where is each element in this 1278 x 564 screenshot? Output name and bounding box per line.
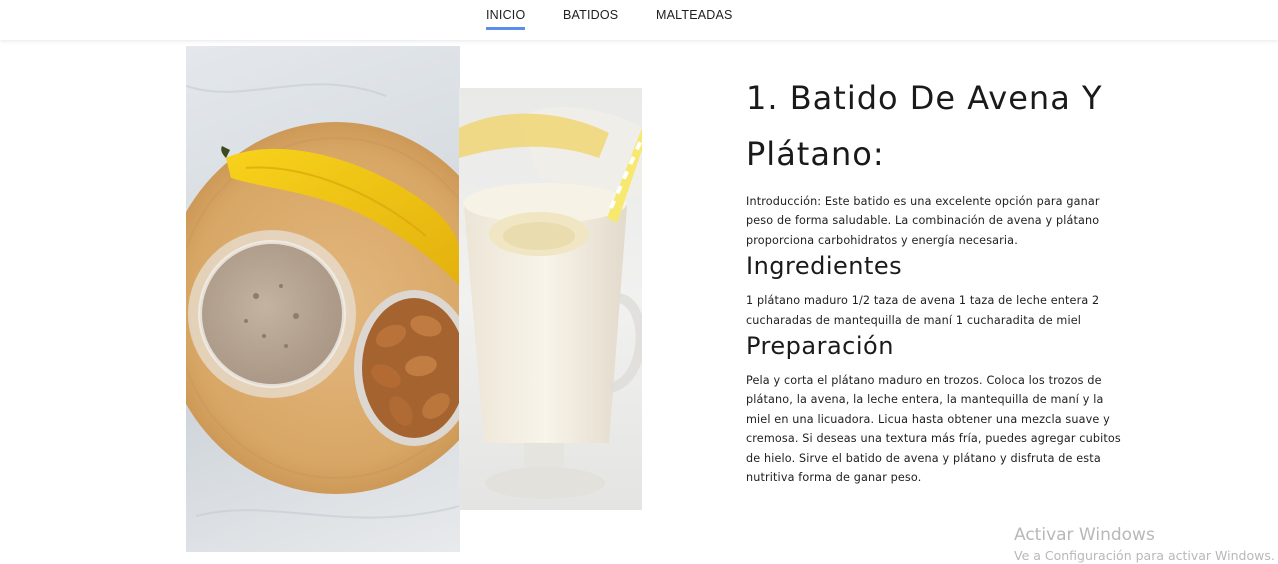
preparation-text: Pela y corta el plátano maduro en trozos…: [746, 374, 1121, 485]
recipe-intro: Introducción: Este batido es una excelen…: [746, 195, 1100, 247]
watermark-title: Activar Windows: [1014, 525, 1155, 545]
ingredients-text: 1 plátano maduro 1/2 taza de avena 1 taz…: [746, 294, 1100, 327]
banana-milkshake-glass-image: [459, 88, 642, 510]
recipe-content: 1. Batido De Avena Y Plátano: Introducci…: [746, 70, 1126, 487]
banana-smoothie-bowl-illustration: [186, 83, 460, 519]
nav-item-inicio[interactable]: INICIO: [486, 8, 526, 30]
nav-item-malteadas[interactable]: MALTEADAS: [656, 8, 733, 22]
ingredients-heading: Ingredientes: [746, 252, 903, 281]
watermark-subtitle: Ve a Configuración para activar Windows.: [1014, 548, 1275, 563]
banana-smoothie-bowl-image: [186, 46, 460, 552]
recipe-title-line-2: Plátano:: [746, 135, 885, 173]
preparation-heading: Preparación: [746, 332, 894, 361]
windows-activation-watermark: Activar Windows Ve a Configuración para …: [1014, 524, 1275, 564]
top-navigation: INICIO BATIDOS MALTEADAS: [0, 0, 1278, 40]
nav-item-batidos[interactable]: BATIDOS: [563, 8, 618, 22]
recipe-title-line-1: 1. Batido De Avena Y: [746, 79, 1103, 117]
banana-milkshake-illustration: [459, 107, 642, 499]
recipe-title: 1. Batido De Avena Y Plátano:: [746, 70, 1126, 182]
